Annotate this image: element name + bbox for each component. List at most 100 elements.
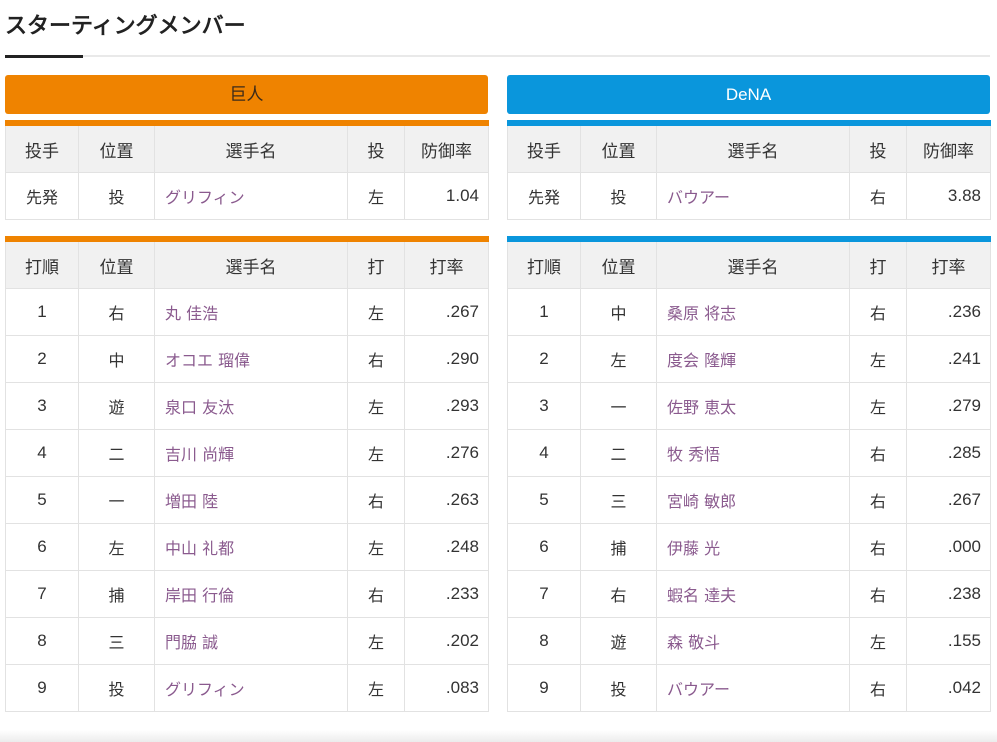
batting-order: 5 <box>5 476 79 524</box>
batting-average: .083 <box>404 664 489 712</box>
player-name-link[interactable]: 蝦名 達夫 <box>656 570 850 618</box>
pitcher-era: 3.88 <box>906 172 991 220</box>
batter-position: 捕 <box>78 570 155 618</box>
batting-order: 3 <box>507 382 581 430</box>
batting-average: .248 <box>404 523 489 571</box>
player-name-link[interactable]: 岸田 行倫 <box>154 570 348 618</box>
batter-position: 左 <box>580 335 657 383</box>
batter-hand: 右 <box>347 476 405 524</box>
column-header: 打順 <box>5 238 79 289</box>
batter-position: 遊 <box>580 617 657 665</box>
batter-position: 三 <box>78 617 155 665</box>
batter-hand: 左 <box>849 335 907 383</box>
batter-hand: 左 <box>347 617 405 665</box>
player-name-link[interactable]: グリフィン <box>154 664 348 712</box>
table-row: 2 左度会 隆輝左 .241 <box>507 335 991 383</box>
table-row: 7 右蝦名 達夫右 .238 <box>507 570 991 618</box>
player-name-link[interactable]: 吉川 尚輝 <box>154 429 348 477</box>
column-header: 投 <box>347 122 405 173</box>
table-row: 先発 投 バウアー 右 3.88 <box>507 172 991 220</box>
batting-average: .241 <box>906 335 991 383</box>
batting-order: 4 <box>507 429 581 477</box>
column-header: 位置 <box>580 122 657 173</box>
table-header-row: 打順 位置 選手名 打 打率 <box>507 238 991 289</box>
column-header: 防御率 <box>404 122 489 173</box>
column-header: 位置 <box>78 122 155 173</box>
batter-position: 投 <box>78 664 155 712</box>
batter-hand: 左 <box>347 382 405 430</box>
table-row: 3 遊泉口 友汰左 .293 <box>5 382 489 430</box>
batter-position: 右 <box>78 288 155 336</box>
table-row: 1右丸 佳浩左 .267 <box>5 288 489 336</box>
player-name-link[interactable]: 桑原 将志 <box>656 288 850 336</box>
batting-average: .293 <box>404 382 489 430</box>
player-name-link[interactable]: 伊藤 光 <box>656 523 850 571</box>
table-header-row: 投手 位置 選手名 投 防御率 <box>507 122 991 173</box>
batter-hand: 左 <box>347 288 405 336</box>
batting-order: 2 <box>5 335 79 383</box>
batter-hand: 右 <box>849 570 907 618</box>
batter-position: 三 <box>580 476 657 524</box>
table-header-row: 打順 位置 選手名 打 打率 <box>5 238 489 289</box>
batter-position: 右 <box>580 570 657 618</box>
batter-hand: 右 <box>849 664 907 712</box>
batting-average: .276 <box>404 429 489 477</box>
player-name-link[interactable]: 丸 佳浩 <box>154 288 348 336</box>
player-name-link[interactable]: 森 敬斗 <box>656 617 850 665</box>
player-name-link[interactable]: 泉口 友汰 <box>154 382 348 430</box>
player-name-link[interactable]: 度会 隆輝 <box>656 335 850 383</box>
batting-order: 8 <box>5 617 79 665</box>
batter-position: 捕 <box>580 523 657 571</box>
batter-hand: 右 <box>849 429 907 477</box>
team-header-giants: 巨人 <box>5 75 488 114</box>
table-row: 3 一佐野 恵太左 .279 <box>507 382 991 430</box>
dena-pitcher-table: 投手 位置 選手名 投 防御率 先発 投 バウアー 右 3.88 <box>507 120 991 220</box>
player-name-link[interactable]: 門脇 誠 <box>154 617 348 665</box>
player-name-link[interactable]: バウアー <box>656 664 850 712</box>
batter-hand: 右 <box>347 335 405 383</box>
table-row: 6 左中山 礼都左 .248 <box>5 523 489 571</box>
batting-order: 3 <box>5 382 79 430</box>
player-name-link[interactable]: 宮崎 敏郎 <box>656 476 850 524</box>
pitcher-era: 1.04 <box>404 172 489 220</box>
table-row: 8遊森 敬斗左 .155 <box>507 617 991 665</box>
player-name-link[interactable]: グリフィン <box>154 172 348 220</box>
batting-average: .290 <box>404 335 489 383</box>
pitcher-role: 先発 <box>5 172 79 220</box>
batting-order: 2 <box>507 335 581 383</box>
batter-position: 左 <box>78 523 155 571</box>
column-header: 打順 <box>507 238 581 289</box>
giants-batters: 1右丸 佳浩左 .267 2 中オコエ 瑠偉右 .290 3 遊泉口 友汰左 .293 4 二吉川… <box>5 288 489 712</box>
batter-position: 二 <box>580 429 657 477</box>
batter-hand: 右 <box>849 288 907 336</box>
player-name-link[interactable]: バウアー <box>656 172 850 220</box>
batting-average: .267 <box>906 476 991 524</box>
batting-average: .267 <box>404 288 489 336</box>
table-row: 先発 投 グリフィン 左 1.04 <box>5 172 489 220</box>
team-header-dena: DeNA <box>507 75 990 114</box>
batter-position: 二 <box>78 429 155 477</box>
column-header: 投 <box>849 122 907 173</box>
batting-order: 6 <box>507 523 581 571</box>
table-row: 1 中桑原 将志右 .236 <box>507 288 991 336</box>
giants-pitcher-table: 投手 位置 選手名 投 防御率 先発 投 グリフィン 左 1.04 <box>5 120 489 220</box>
table-row: 6 捕伊藤 光右 .000 <box>507 523 991 571</box>
batter-hand: 左 <box>347 664 405 712</box>
player-name-link[interactable]: 佐野 恵太 <box>656 382 850 430</box>
batter-hand: 右 <box>849 523 907 571</box>
batter-position: 一 <box>580 382 657 430</box>
player-name-link[interactable]: 牧 秀悟 <box>656 429 850 477</box>
batter-position: 遊 <box>78 382 155 430</box>
table-row: 7 捕岸田 行倫右 .233 <box>5 570 489 618</box>
batter-position: 中 <box>78 335 155 383</box>
player-name-link[interactable]: オコエ 瑠偉 <box>154 335 348 383</box>
batter-hand: 左 <box>347 523 405 571</box>
batting-average: .202 <box>404 617 489 665</box>
player-name-link[interactable]: 中山 礼都 <box>154 523 348 571</box>
batting-order: 7 <box>5 570 79 618</box>
batting-order: 6 <box>5 523 79 571</box>
batting-order: 9 <box>5 664 79 712</box>
player-name-link[interactable]: 増田 陸 <box>154 476 348 524</box>
batting-average: .279 <box>906 382 991 430</box>
column-header: 位置 <box>78 238 155 289</box>
